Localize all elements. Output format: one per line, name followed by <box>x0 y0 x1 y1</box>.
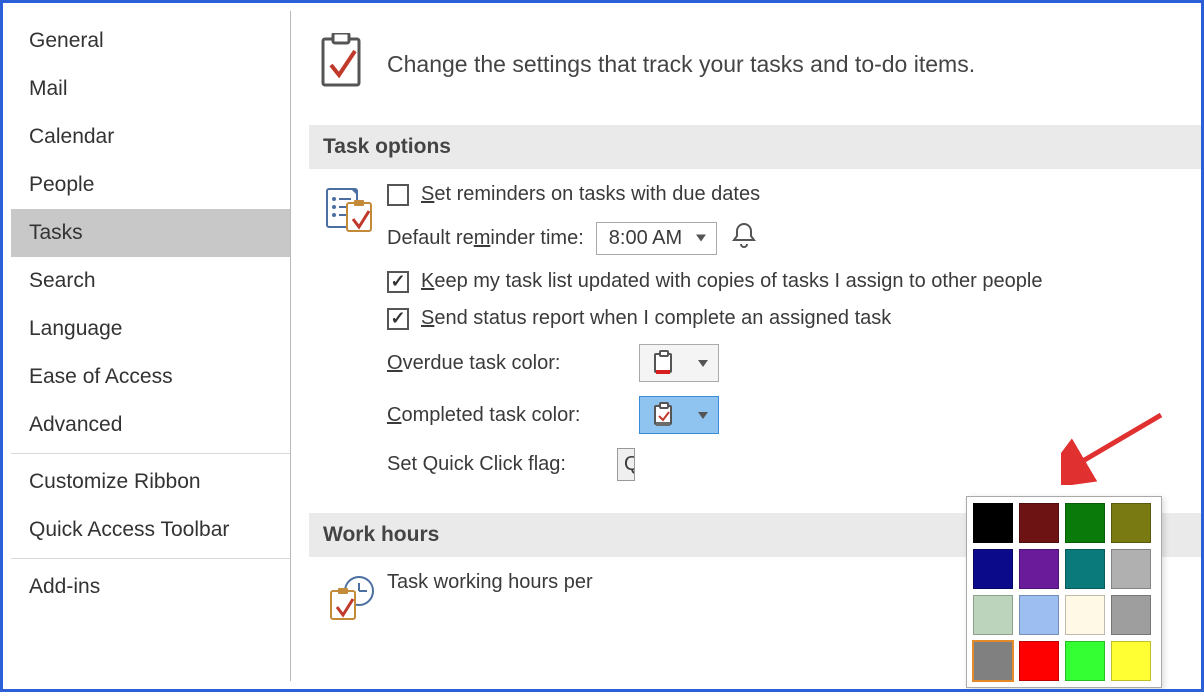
color-palette-popup <box>966 496 1162 688</box>
page-header: Change the settings that track your task… <box>317 33 1201 95</box>
select-default-reminder-time[interactable]: 8:00 AM <box>596 222 717 255</box>
bell-icon[interactable] <box>729 220 759 256</box>
color-swatch[interactable] <box>973 549 1013 589</box>
checkbox-set-reminders[interactable] <box>387 184 409 206</box>
label-completed-color: Completed task color: <box>387 404 627 427</box>
color-swatch[interactable] <box>973 641 1013 681</box>
task-list-icon <box>317 183 387 495</box>
sidebar: GeneralMailCalendarPeopleTasksSearchLang… <box>11 11 291 681</box>
color-swatch[interactable] <box>1065 641 1105 681</box>
label-default-reminder-time: Default reminder time: <box>387 227 584 250</box>
dropdown-completed-color[interactable] <box>639 396 719 434</box>
page-description: Change the settings that track your task… <box>387 51 975 78</box>
sidebar-item-people[interactable]: People <box>11 161 290 209</box>
color-swatch[interactable] <box>973 595 1013 635</box>
sidebar-item-mail[interactable]: Mail <box>11 65 290 113</box>
sidebar-item-general[interactable]: General <box>11 17 290 65</box>
section-task-options-title: Task options <box>309 125 1201 169</box>
color-swatch[interactable] <box>1019 503 1059 543</box>
sidebar-item-add-ins[interactable]: Add-ins <box>11 563 290 611</box>
color-swatch[interactable] <box>1065 503 1105 543</box>
sidebar-separator <box>11 453 290 454</box>
label-quick-click: Set Quick Click flag: <box>387 453 605 476</box>
label-keep-updated: Keep my task list updated with copies of… <box>421 270 1042 293</box>
sidebar-item-calendar[interactable]: Calendar <box>11 113 290 161</box>
sidebar-item-advanced[interactable]: Advanced <box>11 401 290 449</box>
label-overdue-color: Overdue task color: <box>387 352 627 375</box>
task-clock-icon <box>317 571 387 629</box>
color-swatch[interactable] <box>1019 641 1059 681</box>
sidebar-item-customize-ribbon[interactable]: Customize Ribbon <box>11 458 290 506</box>
sidebar-item-quick-access-toolbar[interactable]: Quick Access Toolbar <box>11 506 290 554</box>
checkbox-send-status[interactable] <box>387 308 409 330</box>
sidebar-item-language[interactable]: Language <box>11 305 290 353</box>
color-swatch[interactable] <box>1065 549 1105 589</box>
sidebar-separator <box>11 558 290 559</box>
color-swatch[interactable] <box>1111 595 1151 635</box>
sidebar-item-ease-of-access[interactable]: Ease of Access <box>11 353 290 401</box>
sidebar-item-tasks[interactable]: Tasks <box>11 209 290 257</box>
label-set-reminders: Set reminders on tasks with due dates <box>421 183 760 206</box>
color-swatch[interactable] <box>1019 549 1059 589</box>
color-swatch[interactable] <box>973 503 1013 543</box>
color-swatch[interactable] <box>1111 549 1151 589</box>
color-swatch[interactable] <box>1019 595 1059 635</box>
label-working-hours: Task working hours per <box>387 571 593 594</box>
main-panel: Change the settings that track your task… <box>291 3 1201 689</box>
color-swatch[interactable] <box>1111 503 1151 543</box>
dropdown-overdue-color[interactable] <box>639 344 719 382</box>
checkbox-keep-updated[interactable] <box>387 271 409 293</box>
chevron-down-icon <box>698 412 708 419</box>
button-quick-click[interactable]: Q <box>617 448 635 481</box>
sidebar-item-search[interactable]: Search <box>11 257 290 305</box>
color-swatch[interactable] <box>1111 641 1151 681</box>
clipboard-check-icon <box>317 33 365 95</box>
color-swatch[interactable] <box>1065 595 1105 635</box>
chevron-down-icon <box>698 360 708 367</box>
label-send-status: Send status report when I complete an as… <box>421 307 891 330</box>
